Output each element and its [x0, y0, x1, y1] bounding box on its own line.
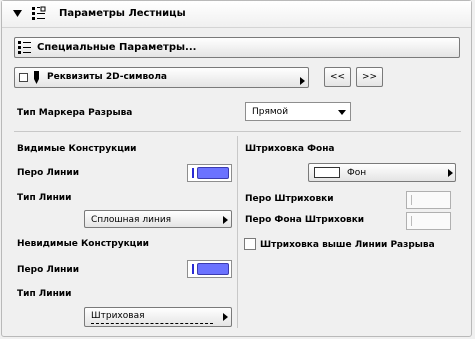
visible-line-type-dropdown[interactable]: Сплошная линия	[84, 210, 232, 228]
visible-pen-control[interactable]	[187, 164, 232, 182]
hidden-heading: Невидимые Конструкции	[17, 239, 149, 249]
visible-line-type-label: Тип Линии	[17, 193, 72, 203]
dashed-line-preview	[91, 323, 213, 324]
special-params-button[interactable]: Специальные Параметры...	[14, 37, 460, 58]
panel-header[interactable]: Параметры Лестницы	[2, 1, 471, 28]
checkbox-icon	[19, 73, 28, 82]
above-break-label: Штриховка выше Линии Разрыва	[260, 240, 435, 250]
hidden-pen-control[interactable]	[187, 260, 232, 278]
fill-type-dropdown[interactable]: Фон	[308, 163, 456, 182]
visible-pen-label: Перо Линии	[17, 168, 80, 178]
divider	[14, 131, 461, 132]
prev-button[interactable]: <<	[324, 67, 351, 87]
break-marker-value: Прямой	[252, 107, 289, 117]
fill-type-value: Фон	[347, 168, 367, 178]
hidden-line-type-label: Тип Линии	[17, 289, 72, 299]
fill-heading: Штриховка Фона	[245, 144, 335, 154]
chevron-right-icon	[223, 216, 228, 224]
above-break-checkbox[interactable]	[244, 238, 256, 250]
bg-pen-control[interactable]	[406, 212, 451, 230]
chevron-right-icon	[300, 77, 305, 85]
pen-color-swatch	[197, 167, 229, 179]
fill-swatch-icon	[314, 167, 340, 178]
hidden-line-type-dropdown[interactable]: Штриховая	[84, 307, 232, 327]
visible-line-type-value: Сплошная линия	[91, 215, 172, 225]
chevron-down-icon	[338, 110, 346, 115]
special-params-label: Специальные Параметры...	[37, 42, 197, 53]
hatch-pen-label: Перо Штриховки	[245, 194, 334, 204]
symbol-2d-label: Реквизиты 2D-символа	[47, 72, 168, 82]
break-marker-select[interactable]: Прямой	[245, 102, 351, 121]
parameters-icon	[18, 41, 31, 54]
break-marker-label: Тип Маркера Разрыва	[17, 108, 133, 118]
hidden-line-type-value: Штриховая	[91, 311, 145, 321]
panel-title: Параметры Лестницы	[59, 8, 186, 19]
next-button[interactable]: >>	[356, 67, 383, 87]
bg-pen-label: Перо Фона Штриховки	[245, 215, 365, 225]
pen-color-swatch	[197, 263, 229, 275]
pen-icon	[34, 71, 39, 84]
hatch-pen-control[interactable]	[406, 191, 451, 209]
chevron-right-icon	[223, 313, 228, 321]
collapse-triangle-icon[interactable]	[13, 10, 22, 17]
divider	[237, 136, 238, 328]
visible-heading: Видимые Конструкции	[17, 144, 137, 154]
stair-settings-panel: Параметры Лестницы Специальные Параметры…	[1, 0, 472, 337]
hidden-pen-label: Перо Линии	[17, 265, 80, 275]
chevron-right-icon	[448, 169, 453, 177]
stair-settings-icon	[32, 6, 46, 20]
symbol-2d-dropdown[interactable]: Реквизиты 2D-символа	[14, 67, 309, 88]
